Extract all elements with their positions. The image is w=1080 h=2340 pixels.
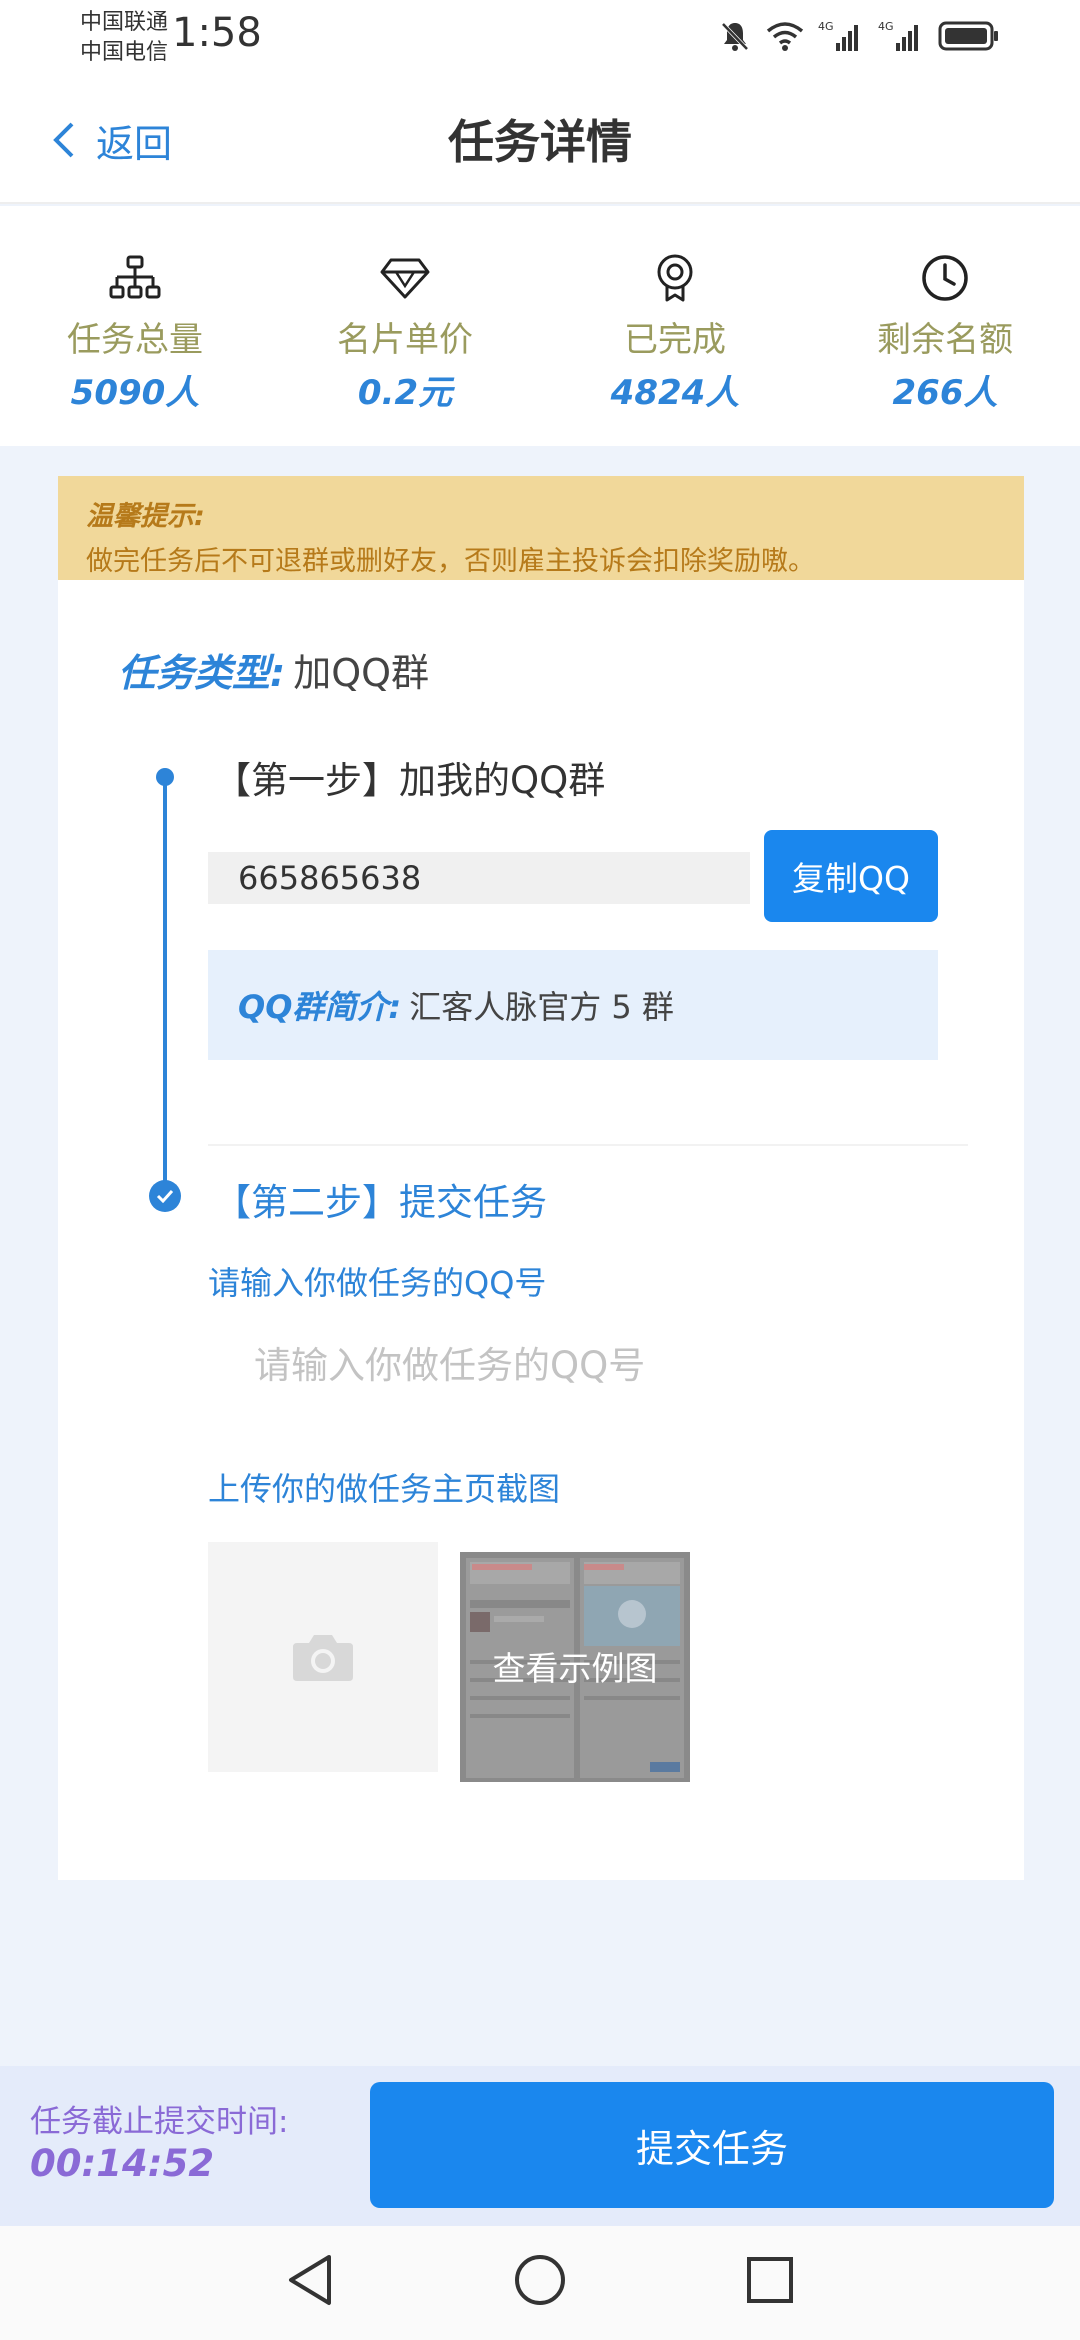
stat-label: 已完成 [624,320,726,360]
svg-text:4G: 4G [878,20,894,33]
stat-completed: 已完成 4824人 [540,206,810,446]
stat-label: 任务总量 [67,320,203,360]
task-type: 任务类型: 加QQ群 [118,642,429,697]
carrier-2: 中国电信 [80,40,169,65]
system-nav-bar [0,2226,1080,2340]
timeline-dot [156,768,174,786]
timeline-check [149,1180,181,1212]
bell-mute-icon [721,22,749,51]
status-time: 1:58 [172,10,262,56]
example-label: 查看示例图 [492,1649,658,1688]
notice-title: 温馨提示: [86,501,205,532]
status-icons: 4G 4G [718,14,1000,58]
top-bar: 返回 任务详情 [0,76,1080,204]
badge-icon [657,254,693,302]
step1-title: 【第一步】加我的QQ群 [214,759,606,802]
hierarchy-icon [109,255,161,299]
upload-label: 上传你的做任务主页截图 [208,1470,561,1508]
stat-value: 5090人 [70,373,200,413]
copy-qq-button[interactable]: 复制QQ [764,830,938,922]
nav-recents-button[interactable] [740,2250,800,2310]
qq-group-intro: QQ群简介: 汇客人脉官方 5 群 [208,950,938,1060]
intro-label: QQ群简介: [238,988,402,1026]
stat-price: 名片单价 0.2元 [270,206,540,446]
diamond-icon [380,258,430,299]
signal-4g-icon: 4G [818,20,858,51]
qq-input[interactable] [208,1310,948,1420]
deadline-countdown: 00:14:52 [30,2142,215,2185]
carrier-info: 中国联通 中国电信 [80,8,168,68]
deadline-label: 任务截止提交时间: [30,2104,289,2140]
stat-remaining: 剩余名额 266人 [810,206,1080,446]
upload-screenshot-button[interactable] [208,1542,438,1772]
task-stats: 任务总量 5090人 名片单价 0.2元 已完成 4824人 剩余名额 266人 [0,206,1080,446]
signal-4g-icon-2: 4G [878,20,918,51]
carrier-1: 中国联通 [80,10,169,35]
page-title: 任务详情 [448,115,632,169]
notice-text: 做完任务后不可退群或删好友，否则雇主投诉会扣除奖励嗷。 [86,546,815,577]
task-type-label: 任务类型: [118,651,286,695]
timeline-line [163,776,167,1196]
svg-text:4G: 4G [818,20,834,33]
example-image-button[interactable]: 查看示例图 [460,1552,690,1782]
square-recents-icon [747,2257,793,2303]
stat-total: 任务总量 5090人 [0,206,270,446]
stat-label: 名片单价 [337,320,473,360]
wifi-icon [766,22,804,51]
stat-value: 266人 [892,373,998,413]
intro-value: 汇客人脉官方 5 群 [409,988,674,1026]
bottom-bar: 任务截止提交时间: 00:14:52 提交任务 [0,2066,1080,2226]
task-card: 任务类型: 加QQ群 【第一步】加我的QQ群 665865638 复制QQ QQ群… [58,580,1024,1880]
clock-icon [922,255,968,301]
divider [208,1144,968,1146]
stat-value: 4824人 [610,373,740,413]
nav-home-button[interactable] [510,2250,570,2310]
submit-task-button[interactable]: 提交任务 [370,2082,1054,2208]
stat-value: 0.2元 [357,373,453,413]
task-type-value: 加QQ群 [293,651,430,695]
nav-back-button[interactable] [280,2250,340,2310]
check-icon [156,1189,174,1203]
qq-input-label: 请输入你做任务的QQ号 [208,1264,547,1302]
qq-group-number: 665865638 [208,852,750,904]
stat-label: 剩余名额 [877,320,1013,360]
camera-icon [293,1635,353,1681]
step2-title: 【第二步】提交任务 [214,1181,547,1224]
warning-notice: 温馨提示: 做完任务后不可退群或删好友，否则雇主投诉会扣除奖励嗷。 [58,476,1024,580]
battery-icon [938,21,998,51]
triangle-back-icon [289,2255,331,2305]
status-bar: 中国联通 中国电信 1:58 4G 4G [0,0,1080,76]
circle-home-icon [515,2255,565,2305]
